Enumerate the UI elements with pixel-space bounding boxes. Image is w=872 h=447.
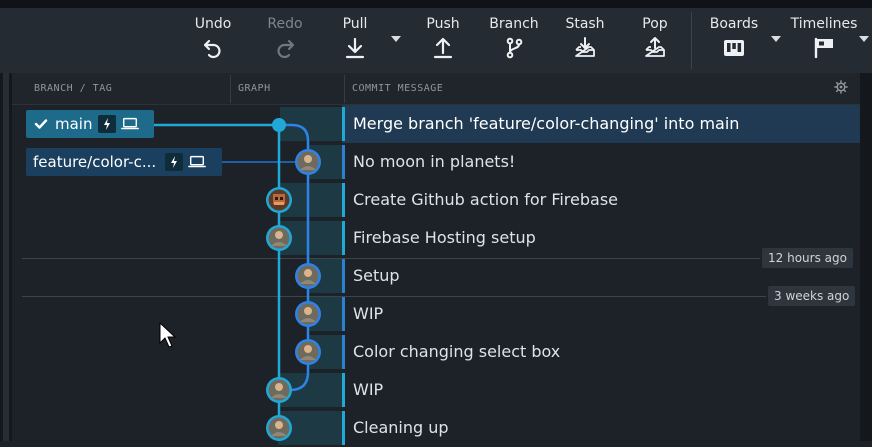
avatar[interactable] xyxy=(266,225,292,251)
mouse-cursor-icon xyxy=(159,321,177,348)
merge-commit-dot[interactable] xyxy=(272,118,286,132)
branch-name: feature/color-c... xyxy=(33,153,157,171)
avatar[interactable] xyxy=(295,301,321,327)
avatar[interactable] xyxy=(295,149,321,175)
avatar[interactable] xyxy=(266,187,292,213)
checkmark-icon xyxy=(34,119,48,129)
branch-name: main xyxy=(55,115,93,133)
branch-label-main[interactable]: main xyxy=(26,110,154,138)
laptop-icon xyxy=(188,153,207,171)
avatar[interactable] xyxy=(295,339,321,365)
avatar[interactable] xyxy=(266,377,292,403)
avatar[interactable] xyxy=(266,415,292,441)
branch-label-feature[interactable]: feature/color-c... xyxy=(26,148,222,176)
lightning-icon xyxy=(165,153,184,171)
laptop-icon xyxy=(121,115,140,133)
commit-graph xyxy=(154,118,321,441)
avatar[interactable] xyxy=(295,263,321,289)
lightning-icon xyxy=(98,115,117,133)
